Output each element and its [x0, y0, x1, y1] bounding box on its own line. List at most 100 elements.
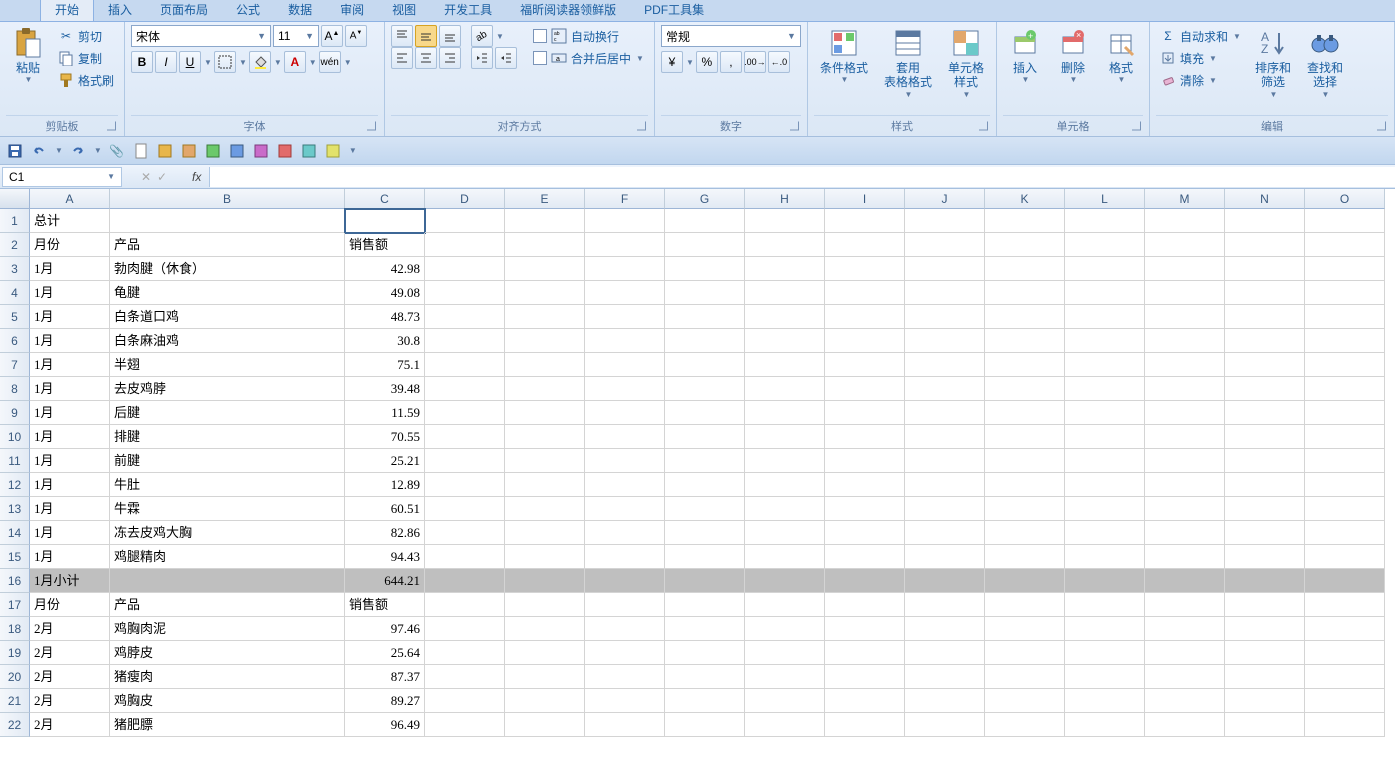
chevron-down-icon[interactable]: ▼ [905, 90, 913, 99]
cell-K6[interactable] [985, 329, 1065, 353]
cell-O11[interactable] [1305, 449, 1385, 473]
cell-M20[interactable] [1145, 665, 1225, 689]
cell-J9[interactable] [905, 401, 985, 425]
cell-C19[interactable]: 25.64 [345, 641, 425, 665]
col-header-M[interactable]: M [1145, 189, 1225, 209]
chevron-down-icon[interactable]: ▼ [1022, 75, 1030, 84]
cell-E14[interactable] [505, 521, 585, 545]
cell-K20[interactable] [985, 665, 1065, 689]
cell-N12[interactable] [1225, 473, 1305, 497]
cell-D20[interactable] [425, 665, 505, 689]
cell-C10[interactable]: 70.55 [345, 425, 425, 449]
cell-B20[interactable]: 猪瘦肉 [110, 665, 345, 689]
cell-H16[interactable] [745, 569, 825, 593]
cell-E20[interactable] [505, 665, 585, 689]
tab-dev[interactable]: 开发工具 [430, 0, 506, 21]
format-table-button[interactable]: 套用 表格格式▼ [878, 25, 938, 101]
cell-H12[interactable] [745, 473, 825, 497]
row-header-11[interactable]: 11 [0, 449, 30, 473]
cell-C21[interactable]: 89.27 [345, 689, 425, 713]
cell-O1[interactable] [1305, 209, 1385, 233]
cell-K17[interactable] [985, 593, 1065, 617]
row-header-15[interactable]: 15 [0, 545, 30, 569]
cell-J2[interactable] [905, 233, 985, 257]
cell-G10[interactable] [665, 425, 745, 449]
cell-D17[interactable] [425, 593, 505, 617]
col-header-H[interactable]: H [745, 189, 825, 209]
cell-C14[interactable]: 82.86 [345, 521, 425, 545]
cell-A17[interactable]: 月份 [30, 593, 110, 617]
cell-I8[interactable] [825, 377, 905, 401]
qat-btn-8[interactable] [228, 142, 246, 160]
cell-F1[interactable] [585, 209, 665, 233]
align-bottom-button[interactable] [439, 25, 461, 47]
cell-L20[interactable] [1065, 665, 1145, 689]
cell-L22[interactable] [1065, 713, 1145, 737]
cell-L11[interactable] [1065, 449, 1145, 473]
cell-K4[interactable] [985, 281, 1065, 305]
cell-E9[interactable] [505, 401, 585, 425]
cell-J21[interactable] [905, 689, 985, 713]
enter-formula-icon[interactable]: ✓ [157, 170, 167, 184]
cell-A13[interactable]: 1月 [30, 497, 110, 521]
cell-H18[interactable] [745, 617, 825, 641]
cell-N20[interactable] [1225, 665, 1305, 689]
cell-A10[interactable]: 1月 [30, 425, 110, 449]
cell-F5[interactable] [585, 305, 665, 329]
cell-N11[interactable] [1225, 449, 1305, 473]
cell-I3[interactable] [825, 257, 905, 281]
cell-D13[interactable] [425, 497, 505, 521]
col-header-N[interactable]: N [1225, 189, 1305, 209]
cell-F19[interactable] [585, 641, 665, 665]
chevron-down-icon[interactable]: ▼ [963, 90, 971, 99]
cell-L4[interactable] [1065, 281, 1145, 305]
cell-I21[interactable] [825, 689, 905, 713]
row-header-8[interactable]: 8 [0, 377, 30, 401]
cell-G7[interactable] [665, 353, 745, 377]
cell-H17[interactable] [745, 593, 825, 617]
cell-O3[interactable] [1305, 257, 1385, 281]
cell-C3[interactable]: 42.98 [345, 257, 425, 281]
cell-N10[interactable] [1225, 425, 1305, 449]
cell-H11[interactable] [745, 449, 825, 473]
cell-O17[interactable] [1305, 593, 1385, 617]
cell-E17[interactable] [505, 593, 585, 617]
cell-K3[interactable] [985, 257, 1065, 281]
cell-G21[interactable] [665, 689, 745, 713]
cell-E16[interactable] [505, 569, 585, 593]
cell-E18[interactable] [505, 617, 585, 641]
cell-G18[interactable] [665, 617, 745, 641]
cell-D6[interactable] [425, 329, 505, 353]
col-header-F[interactable]: F [585, 189, 665, 209]
cell-K19[interactable] [985, 641, 1065, 665]
cell-D4[interactable] [425, 281, 505, 305]
phonetic-button[interactable]: wén [319, 51, 341, 73]
font-name-combo[interactable]: 宋体▼ [131, 25, 271, 47]
cell-I19[interactable] [825, 641, 905, 665]
row-header-6[interactable]: 6 [0, 329, 30, 353]
cell-K10[interactable] [985, 425, 1065, 449]
percent-button[interactable]: % [696, 51, 718, 73]
cell-G8[interactable] [665, 377, 745, 401]
cell-F10[interactable] [585, 425, 665, 449]
cell-A8[interactable]: 1月 [30, 377, 110, 401]
cell-J11[interactable] [905, 449, 985, 473]
tab-data[interactable]: 数据 [274, 0, 326, 21]
col-header-B[interactable]: B [110, 189, 345, 209]
chevron-down-icon[interactable]: ▼ [1209, 76, 1217, 85]
cell-L21[interactable] [1065, 689, 1145, 713]
cell-J7[interactable] [905, 353, 985, 377]
cell-F2[interactable] [585, 233, 665, 257]
row-header-20[interactable]: 20 [0, 665, 30, 689]
cell-N1[interactable] [1225, 209, 1305, 233]
cell-A9[interactable]: 1月 [30, 401, 110, 425]
cell-A2[interactable]: 月份 [30, 233, 110, 257]
cell-E6[interactable] [505, 329, 585, 353]
cell-M17[interactable] [1145, 593, 1225, 617]
format-painter-button[interactable]: 格式刷 [54, 69, 118, 91]
row-header-7[interactable]: 7 [0, 353, 30, 377]
cell-A22[interactable]: 2月 [30, 713, 110, 737]
cell-G16[interactable] [665, 569, 745, 593]
cell-C11[interactable]: 25.21 [345, 449, 425, 473]
cell-M7[interactable] [1145, 353, 1225, 377]
